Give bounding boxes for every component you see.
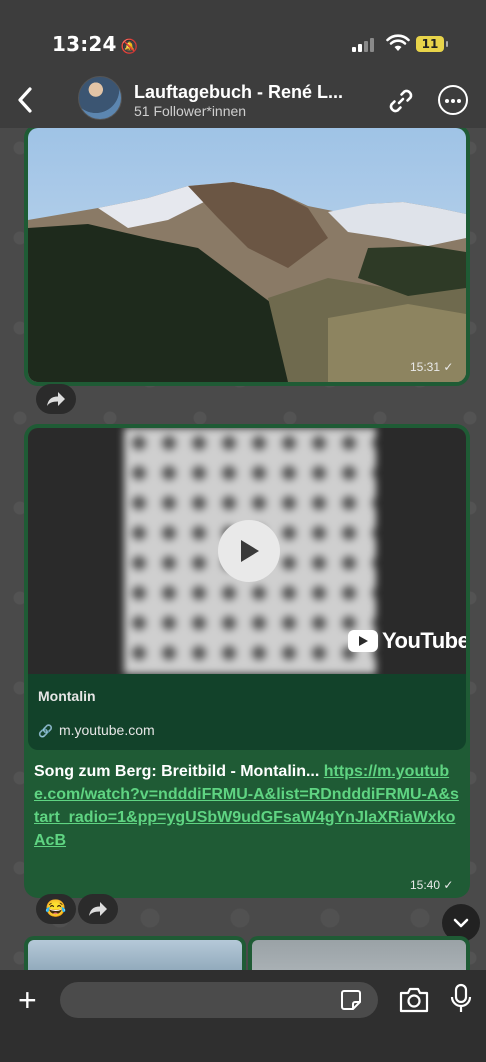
- camera-icon[interactable]: [398, 986, 430, 1014]
- photo-thumbnail[interactable]: [248, 936, 470, 970]
- back-chevron-icon[interactable]: [12, 84, 40, 116]
- message-time: 15:31 ✓: [410, 360, 454, 374]
- message-input[interactable]: [60, 982, 378, 1018]
- link-message[interactable]: YouTube Montalin 🔗 m.youtube.com Song zum…: [24, 424, 470, 898]
- bell-muted-icon: 🔕: [120, 39, 139, 55]
- battery-icon: 11: [416, 36, 448, 52]
- reaction-badge[interactable]: 😂: [36, 894, 76, 924]
- channel-avatar[interactable]: [78, 76, 122, 120]
- sticker-icon[interactable]: [340, 989, 362, 1011]
- cellular-signal-icon: [352, 38, 374, 52]
- message-text: Song zum Berg: Breitbild - Montalin... h…: [34, 760, 462, 852]
- status-bar: 13:24 🔕 11: [0, 0, 486, 72]
- link-icon[interactable]: [385, 85, 417, 117]
- image-message[interactable]: 15:31 ✓: [24, 128, 470, 386]
- preview-title: Montalin: [38, 688, 96, 704]
- plus-icon[interactable]: +: [18, 984, 37, 1016]
- message-time: 15:40 ✓: [410, 878, 454, 892]
- wifi-icon: [386, 34, 410, 51]
- youtube-logo: YouTube: [348, 628, 466, 654]
- microphone-icon[interactable]: [450, 983, 472, 1015]
- forward-arrow-icon: [47, 392, 65, 406]
- follower-count: 51 Follower*innen: [134, 103, 247, 119]
- channel-title[interactable]: Lauftagebuch - René L...: [134, 82, 364, 103]
- chain-link-icon: 🔗: [38, 724, 53, 738]
- play-button[interactable]: [218, 520, 280, 582]
- forward-button[interactable]: [78, 894, 118, 924]
- laughing-emoji-icon: 😂: [45, 899, 67, 918]
- status-time: 13:24 🔕: [52, 32, 138, 56]
- chevron-down-icon: [453, 918, 469, 928]
- mountain-photo: [28, 128, 466, 382]
- message-body: Song zum Berg: Breitbild - Montalin...: [34, 763, 320, 780]
- play-icon: [241, 540, 259, 562]
- youtube-thumbnail[interactable]: YouTube: [28, 428, 466, 674]
- forward-arrow-icon: [89, 902, 107, 916]
- more-options-icon[interactable]: [438, 85, 468, 115]
- composer-bar: +: [0, 970, 486, 1062]
- clock-text: 13:24: [52, 32, 117, 56]
- chat-header: Lauftagebuch - René L... 51 Follower*inn…: [0, 72, 486, 128]
- preview-domain: 🔗 m.youtube.com: [38, 722, 155, 738]
- chat-area[interactable]: 15:31 ✓ YouTube Montalin 🔗 m.youtube.com …: [0, 128, 486, 970]
- forward-button[interactable]: [36, 384, 76, 414]
- link-preview-card[interactable]: Montalin 🔗 m.youtube.com: [28, 674, 466, 750]
- photo-thumbnail[interactable]: [24, 936, 246, 970]
